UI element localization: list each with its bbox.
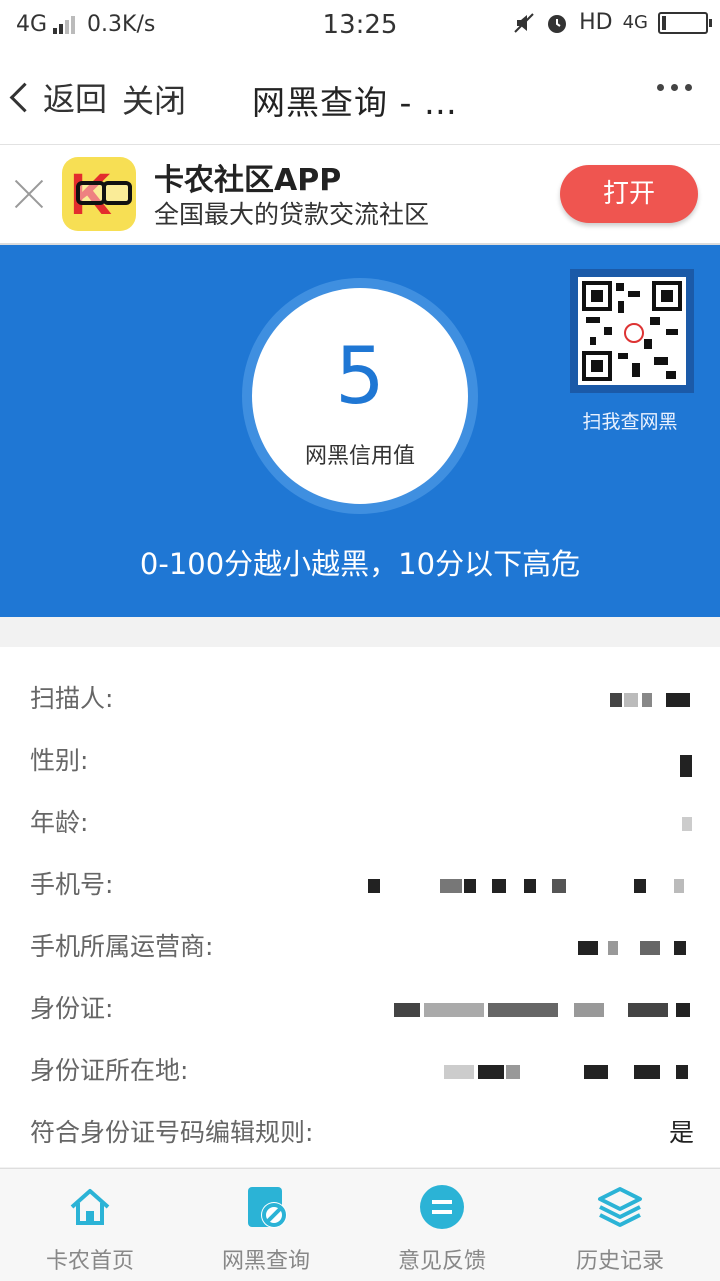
tab-history[interactable]: 历史记录 xyxy=(530,1169,710,1281)
back-button[interactable]: 返回 xyxy=(9,74,108,120)
redacted-value xyxy=(394,1003,694,1017)
info-label: 身份证所在地: xyxy=(30,1056,189,1085)
info-row-id-rule: 符合身份证号码编辑规则: 是 xyxy=(0,1103,720,1165)
credit-score-label: 网黑信用值 xyxy=(304,444,415,469)
back-label: 返回 xyxy=(43,80,108,118)
nav-bar: 返回 关闭 网黑查询 - … xyxy=(0,50,720,145)
qr-caption: 扫我查网黑 xyxy=(582,411,678,433)
score-description: 0-100分越小越黑，10分以下高危 xyxy=(139,547,581,581)
info-label: 手机号: xyxy=(30,870,114,899)
banner-app-name: 卡农社区APP xyxy=(154,163,342,198)
redacted-value xyxy=(368,879,694,893)
redacted-value xyxy=(444,1065,694,1079)
banner-description: 全国最大的贷款交流社区 xyxy=(154,200,430,229)
app-logo: K xyxy=(62,157,136,231)
tab-label: 意见反馈 xyxy=(397,1249,486,1274)
info-label: 扫描人: xyxy=(30,684,114,713)
feedback-icon xyxy=(420,1185,464,1229)
alarm-icon xyxy=(548,14,567,33)
info-label: 身份证: xyxy=(30,994,114,1023)
tab-label: 历史记录 xyxy=(575,1249,664,1274)
tab-label: 网黑查询 xyxy=(221,1249,310,1274)
bottom-tab-bar: 卡农首页 网黑查询 意见反馈 历史记录 xyxy=(0,1168,720,1281)
info-list: 扫描人: 性别: 年龄: 手机号: 手机所属运营商: 身份证: 身份证所在地: … xyxy=(0,647,720,1167)
info-label: 符合身份证号码编辑规则: xyxy=(30,1118,314,1147)
info-row-gender: 性别: xyxy=(0,731,720,793)
tab-feedback[interactable]: 意见反馈 xyxy=(352,1169,532,1281)
credit-score-panel: 5 网黑信用值 扫我查网黑 0-100分越小越黑，10分以下高危 xyxy=(0,245,720,617)
info-label: 性别: xyxy=(30,746,89,775)
info-label: 手机所属运营商: xyxy=(30,932,214,961)
close-button[interactable]: 关闭 xyxy=(122,76,186,122)
app-download-banner: K 卡农社区APP 全国最大的贷款交流社区 打开 xyxy=(0,145,720,245)
redacted-value xyxy=(674,817,694,831)
close-icon[interactable] xyxy=(10,175,48,213)
page-title: 网黑查询 - … xyxy=(252,83,458,122)
qr-logo-icon xyxy=(624,323,644,343)
redacted-value xyxy=(578,941,694,955)
info-row-scanner: 扫描人: xyxy=(0,669,720,731)
info-row-id-location: 身份证所在地: xyxy=(0,1041,720,1103)
history-layers-icon xyxy=(598,1187,642,1227)
qr-code[interactable] xyxy=(570,269,694,393)
redacted-value xyxy=(604,693,694,707)
battery-icon xyxy=(658,11,712,34)
info-label: 年龄: xyxy=(30,808,89,837)
chevron-left-icon xyxy=(9,82,40,112)
more-menu-icon[interactable] xyxy=(657,84,692,91)
network-type-right: 4G xyxy=(622,12,648,33)
tab-label: 卡农首页 xyxy=(45,1249,134,1274)
blacklist-query-icon xyxy=(248,1187,287,1228)
status-bar: 4G 0.3K/s 13:25 HD 4G xyxy=(0,0,720,50)
mute-icon xyxy=(514,12,534,33)
tab-home[interactable]: 卡农首页 xyxy=(0,1169,180,1281)
credit-score-value: 5 xyxy=(335,332,385,422)
info-row-phone: 手机号: xyxy=(0,855,720,917)
redacted-value xyxy=(654,755,694,777)
score-ring: 5 网黑信用值 xyxy=(242,278,478,514)
tab-blacklist-query[interactable]: 网黑查询 xyxy=(176,1169,356,1281)
info-row-age: 年龄: xyxy=(0,793,720,855)
home-icon xyxy=(70,1189,110,1225)
info-row-carrier: 手机所属运营商: xyxy=(0,917,720,979)
hd-indicator: HD xyxy=(579,10,613,35)
info-row-id-card: 身份证: xyxy=(0,979,720,1041)
info-value: 是 xyxy=(668,1118,694,1147)
open-app-button[interactable]: 打开 xyxy=(560,165,698,223)
